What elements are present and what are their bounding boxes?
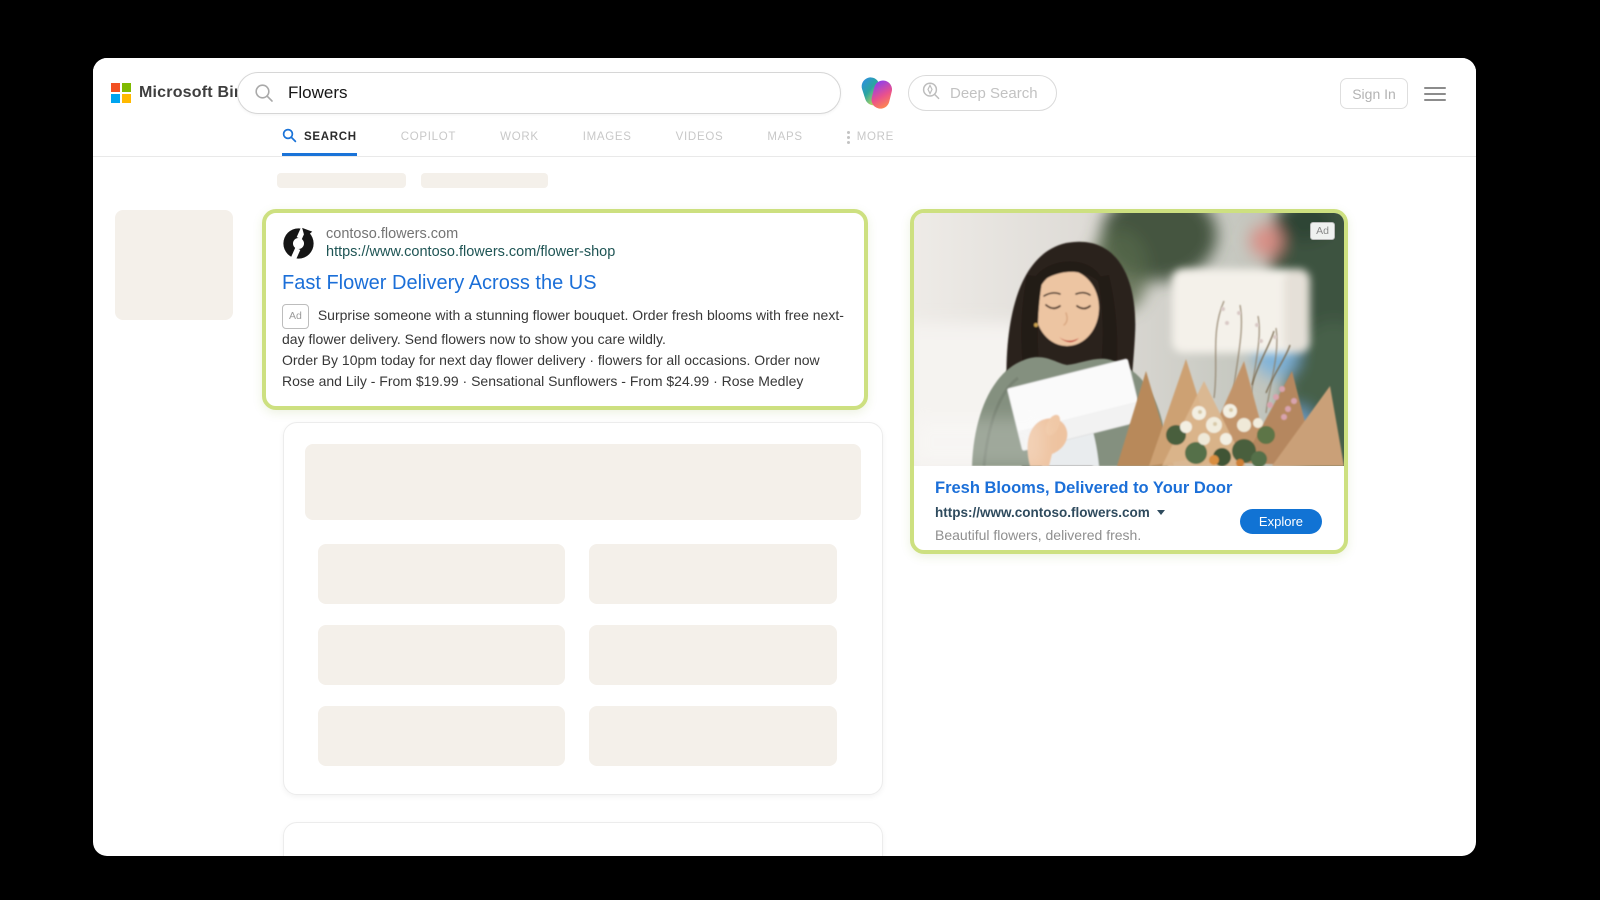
- tab-images[interactable]: IMAGES: [583, 122, 632, 156]
- contoso-logo-icon: [282, 227, 315, 265]
- search-input[interactable]: [288, 83, 840, 103]
- tab-search[interactable]: SEARCH: [282, 122, 357, 156]
- deep-search-icon: [921, 81, 941, 105]
- filter-placeholder: [421, 173, 548, 188]
- search-tabs: SEARCH COPILOT WORK IMAGES VIDEOS MAPS M…: [282, 122, 894, 156]
- ad-domain[interactable]: contoso.flowers.com: [326, 225, 615, 243]
- result-placeholder: [318, 544, 565, 604]
- bing-brand[interactable]: Microsoft Bing: [111, 83, 254, 103]
- ad-badge: Ad: [282, 304, 309, 329]
- ad-products-line: Rose and Lily - From $19.99 · Sensationa…: [282, 371, 848, 392]
- result-placeholder: [589, 544, 837, 604]
- tab-videos[interactable]: VIDEOS: [676, 122, 724, 156]
- menu-icon[interactable]: [1424, 87, 1446, 101]
- sponsored-result-card[interactable]: contoso.flowers.com https://www.contoso.…: [262, 209, 868, 410]
- deep-search-button[interactable]: Deep Search: [908, 75, 1057, 111]
- explore-button[interactable]: Explore: [1240, 509, 1322, 534]
- tab-copilot[interactable]: COPILOT: [401, 122, 456, 156]
- results-placeholder-card-partial: [283, 822, 883, 856]
- ad-description: AdSurprise someone with a stunning flowe…: [282, 304, 860, 350]
- ad-description-text: Surprise someone with a stunning flower …: [282, 307, 844, 347]
- bing-header: Microsoft Bing: [93, 58, 1476, 157]
- ad-photo-illustration: [914, 213, 1344, 466]
- tab-work[interactable]: WORK: [500, 122, 539, 156]
- ad-title-link[interactable]: Fast Flower Delivery Across the US: [282, 272, 848, 295]
- filter-placeholder: [277, 173, 406, 188]
- result-placeholder: [305, 444, 861, 520]
- ad-header: contoso.flowers.com https://www.contoso.…: [282, 225, 848, 265]
- search-tab-icon: [282, 128, 297, 146]
- result-placeholder: [589, 625, 837, 685]
- browser-window: Microsoft Bing: [93, 58, 1476, 856]
- ad-url[interactable]: https://www.contoso.flowers.com/flower-s…: [326, 243, 615, 262]
- microsoft-logo-icon: [111, 83, 131, 103]
- result-placeholder: [318, 706, 565, 766]
- sidebar-placeholder: [115, 210, 233, 320]
- result-placeholder: [318, 625, 565, 685]
- tab-more[interactable]: MORE: [847, 122, 894, 156]
- tab-maps[interactable]: MAPS: [767, 122, 802, 156]
- sign-in-button[interactable]: Sign In: [1340, 78, 1408, 109]
- result-placeholder: [589, 706, 837, 766]
- image-ad-url-text: https://www.contoso.flowers.com: [935, 505, 1150, 520]
- search-icon[interactable]: [254, 83, 274, 103]
- ad-offer-line: Order By 10pm today for next day flower …: [282, 350, 848, 371]
- ad-badge: Ad: [1310, 222, 1335, 240]
- ad-source: contoso.flowers.com https://www.contoso.…: [326, 225, 615, 262]
- copilot-icon[interactable]: [858, 74, 896, 112]
- image-ad-card[interactable]: Ad Fresh Blooms, Delivered to Your Door …: [910, 209, 1348, 554]
- deep-search-label: Deep Search: [950, 85, 1038, 102]
- vertical-dots-icon: [847, 131, 850, 144]
- results-placeholder-card: [283, 422, 883, 795]
- ad-photo[interactable]: Ad: [914, 213, 1344, 466]
- image-ad-title-link[interactable]: Fresh Blooms, Delivered to Your Door: [935, 479, 1323, 498]
- url-dropdown-icon[interactable]: [1157, 510, 1165, 515]
- search-box[interactable]: [237, 72, 841, 114]
